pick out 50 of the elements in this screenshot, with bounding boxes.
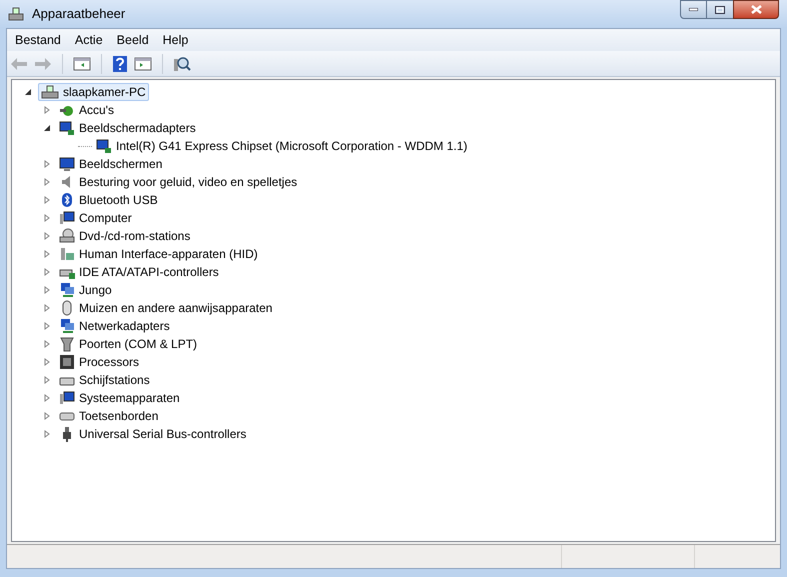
console-tree-icon[interactable] <box>73 56 91 72</box>
monitor-icon <box>59 156 75 172</box>
expander-icon[interactable] <box>43 124 51 132</box>
tree-item[interactable]: Systeemapparaten <box>59 389 180 407</box>
network-icon <box>59 282 75 298</box>
menu-item[interactable]: Actie <box>68 30 109 50</box>
tree-item[interactable]: Jungo <box>59 281 112 299</box>
magnifier-icon[interactable] <box>173 54 191 72</box>
tree-item[interactable]: Human Interface-apparaten (HID) <box>59 245 258 263</box>
close-icon <box>750 5 762 14</box>
tree-item-label: slaapkamer-PC <box>63 84 146 101</box>
computer-icon <box>59 210 75 226</box>
tree-item[interactable]: Processors <box>59 353 140 371</box>
tree-item[interactable]: Poorten (COM & LPT) <box>59 335 198 353</box>
computer-icon <box>59 390 75 406</box>
minimize-icon <box>689 8 698 11</box>
chip-icon <box>59 354 75 370</box>
computer-icon <box>41 84 59 100</box>
tree-item[interactable]: Intel(R) G41 Express Chipset (Microsoft Corporation - WDDM 1.1) <box>96 137 468 155</box>
tree-item[interactable]: Toetsenborden <box>59 407 158 425</box>
tree-item[interactable]: Dvd-/cd-rom-stations <box>59 227 190 245</box>
tree-root-item[interactable]: slaapkamer-PC <box>38 83 149 101</box>
maximize-button[interactable] <box>707 0 733 19</box>
tree-item[interactable]: Computer <box>59 209 132 227</box>
monitor-card-icon <box>59 120 75 136</box>
tree-item[interactable]: Bluetooth USB <box>59 191 158 209</box>
tree-item[interactable]: Universal Serial Bus-controllers <box>59 425 246 443</box>
tree-item[interactable]: Muizen en andere aanwijsapparaten <box>59 299 272 317</box>
monitor-card-icon <box>96 138 112 154</box>
menu-item[interactable]: Beeld <box>110 30 155 50</box>
tree-item[interactable]: Beeldschermadapters <box>59 119 196 137</box>
tree-item[interactable]: Netwerkadapters <box>59 317 170 335</box>
tree-item[interactable]: Accu's <box>59 101 114 119</box>
help-icon[interactable] <box>112 54 128 72</box>
network-icon <box>59 318 75 334</box>
menu-item[interactable]: Bestand <box>9 30 67 50</box>
tree-item[interactable]: Schijfstations <box>59 371 150 389</box>
action-pane-icon[interactable] <box>134 56 152 72</box>
expander-icon[interactable] <box>24 88 32 96</box>
minimize-button[interactable] <box>680 0 707 19</box>
disc-drive-icon <box>59 228 75 244</box>
window-title: Apparaatbeheer <box>32 5 126 24</box>
menu-item[interactable]: Help <box>156 30 194 50</box>
tree-item[interactable]: Besturing voor geluid, video en spelletjes <box>59 173 298 191</box>
maximize-icon <box>715 6 725 14</box>
tree-item[interactable]: IDE ATA/ATAPI-controllers <box>59 263 219 281</box>
computer-icon <box>8 6 24 22</box>
tree-item[interactable]: Beeldschermen <box>59 155 162 173</box>
close-button[interactable] <box>733 0 779 19</box>
bluetooth-icon <box>59 192 75 208</box>
